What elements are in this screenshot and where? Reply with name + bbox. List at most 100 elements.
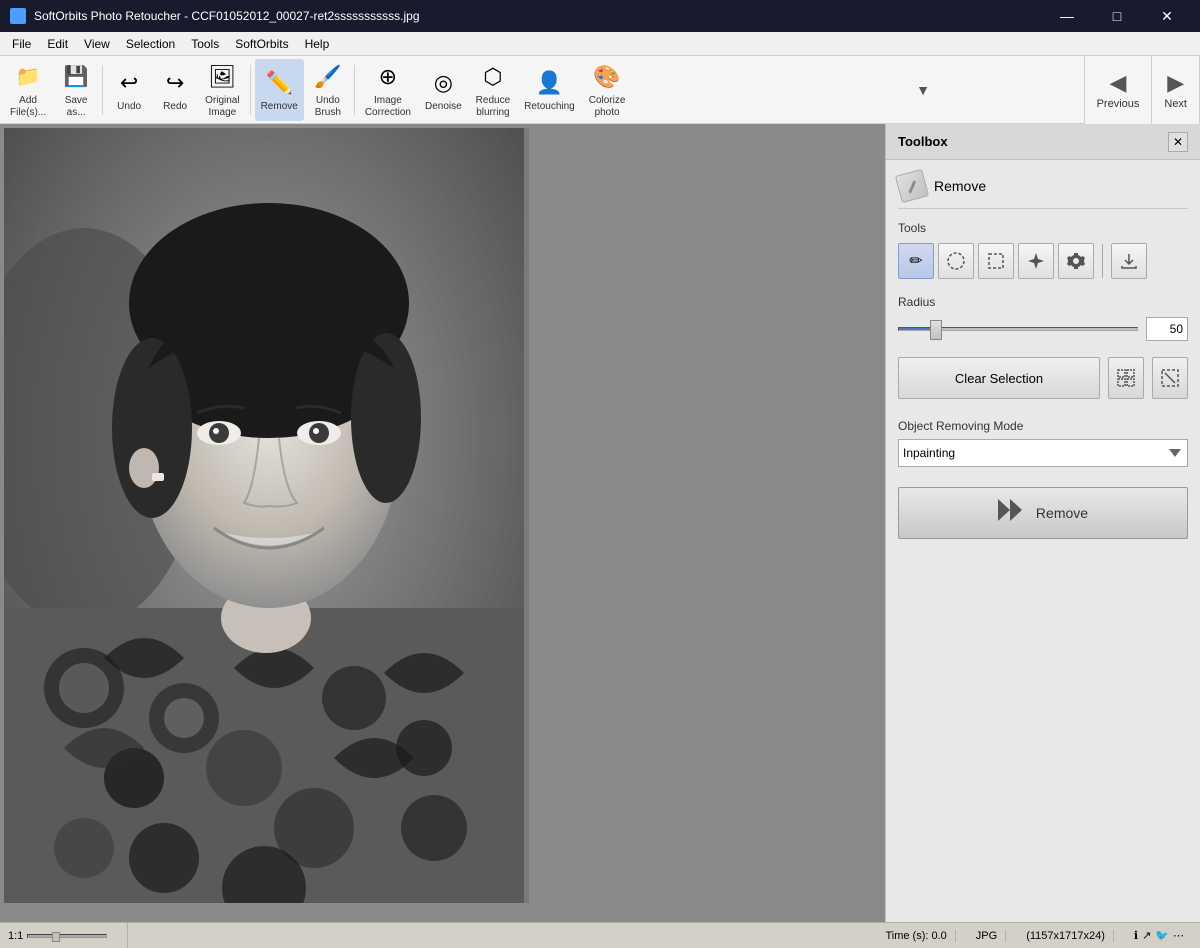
reduce-blurring-icon: ⬡ bbox=[477, 61, 509, 93]
mode-label: Object Removing Mode bbox=[898, 419, 1188, 433]
status-format: JPG bbox=[968, 930, 1006, 942]
menu-bar: File Edit View Selection Tools SoftOrbit… bbox=[0, 32, 1200, 56]
undo-label: Undo bbox=[117, 101, 141, 113]
next-label: Next bbox=[1164, 98, 1187, 110]
status-zoom-level: 1:1 bbox=[8, 930, 23, 942]
rect-select-tool-button[interactable] bbox=[978, 243, 1014, 279]
toolbox-title: Toolbox bbox=[898, 134, 948, 149]
pencil-tool-button[interactable]: ✏ bbox=[898, 243, 934, 279]
clear-selection-button[interactable]: Clear Selection bbox=[898, 357, 1100, 399]
extra-icon[interactable]: ⋯ bbox=[1173, 929, 1184, 942]
toolbox-close-button[interactable]: ✕ bbox=[1168, 132, 1188, 152]
deselect-button[interactable] bbox=[1152, 357, 1188, 399]
toolbox-header: Toolbox ✕ bbox=[886, 124, 1200, 160]
menu-tools[interactable]: Tools bbox=[183, 35, 227, 53]
menu-edit[interactable]: Edit bbox=[39, 35, 76, 53]
save-as-icon: 💾 bbox=[60, 61, 92, 93]
circle-select-tool-button[interactable] bbox=[938, 243, 974, 279]
close-button[interactable]: ✕ bbox=[1144, 0, 1190, 32]
maximize-button[interactable]: □ bbox=[1094, 0, 1140, 32]
status-time-value: 0.0 bbox=[932, 930, 947, 942]
menu-softorbits[interactable]: SoftOrbits bbox=[227, 35, 296, 53]
add-file-icon: 📁 bbox=[12, 61, 44, 93]
canvas-area[interactable] bbox=[0, 124, 885, 922]
remove-icon: ✏️ bbox=[263, 67, 295, 99]
toolbar-save-as[interactable]: 💾 Saveas... bbox=[54, 59, 98, 121]
toolbar-remove[interactable]: ✏️ Remove bbox=[255, 59, 304, 121]
remove-label: Remove bbox=[261, 101, 298, 113]
select-all-button[interactable] bbox=[1108, 357, 1144, 399]
info-icon[interactable]: ℹ bbox=[1134, 929, 1138, 942]
menu-help[interactable]: Help bbox=[297, 35, 338, 53]
title-bar: SoftOrbits Photo Retoucher - CCF01052012… bbox=[0, 0, 1200, 32]
remove-action-icon bbox=[998, 499, 1026, 527]
toolbar-image-correction[interactable]: ⊕ ImageCorrection bbox=[359, 59, 417, 121]
status-dimensions: (1157x1717x24) bbox=[1018, 930, 1114, 942]
undo-icon: ↩ bbox=[113, 67, 145, 99]
twitter-icon[interactable]: 🐦 bbox=[1155, 929, 1169, 942]
photo-display[interactable] bbox=[4, 128, 529, 903]
tools-row: ✏ bbox=[898, 243, 1188, 279]
tools-label: Tools bbox=[898, 221, 1188, 235]
next-button[interactable]: ▶ Next bbox=[1152, 56, 1200, 124]
radius-slider-track bbox=[898, 327, 1138, 331]
menu-file[interactable]: File bbox=[4, 35, 39, 53]
minimize-button[interactable]: — bbox=[1044, 0, 1090, 32]
previous-button[interactable]: ◀ Previous bbox=[1085, 56, 1153, 124]
radius-row: 50 bbox=[898, 317, 1188, 341]
tool-section-name: Remove bbox=[934, 178, 986, 194]
toolbar-add-file[interactable]: 📁 AddFile(s)... bbox=[4, 59, 52, 121]
redo-icon: ↪ bbox=[159, 67, 191, 99]
retouching-label: Retouching bbox=[524, 101, 575, 113]
toolbar-separator-1 bbox=[102, 65, 103, 115]
next-icon: ▶ bbox=[1167, 70, 1184, 96]
add-file-label: AddFile(s)... bbox=[10, 95, 46, 119]
status-icons: ℹ ↗ 🐦 ⋯ bbox=[1126, 929, 1192, 942]
radius-slider-thumb[interactable] bbox=[930, 320, 942, 340]
radius-section: Radius 50 bbox=[898, 295, 1188, 341]
menu-selection[interactable]: Selection bbox=[118, 35, 183, 53]
reduce-blurring-label: Reduceblurring bbox=[476, 95, 510, 119]
share-icon[interactable]: ↗ bbox=[1142, 929, 1151, 942]
toolbar-undo[interactable]: ↩ Undo bbox=[107, 59, 151, 121]
save-as-label: Saveas... bbox=[65, 95, 88, 119]
toolbar-reduce-blurring[interactable]: ⬡ Reduceblurring bbox=[470, 59, 516, 121]
toolbar-redo[interactable]: ↪ Redo bbox=[153, 59, 197, 121]
previous-icon: ◀ bbox=[1110, 70, 1127, 96]
toolbar: 📁 AddFile(s)... 💾 Saveas... ↩ Undo ↪ Red… bbox=[0, 56, 1200, 124]
toolbar-original-image[interactable]: 🖼 OriginalImage bbox=[199, 59, 245, 121]
remove-action-button[interactable]: Remove bbox=[898, 487, 1188, 539]
app-icon bbox=[10, 8, 26, 24]
status-thumb-mini bbox=[52, 932, 60, 942]
undo-brush-label: UndoBrush bbox=[315, 95, 341, 119]
mode-select[interactable]: Inpainting Content-Aware Fill Stretch bbox=[898, 439, 1188, 467]
toolbar-denoise[interactable]: ◎ Denoise bbox=[419, 59, 468, 121]
nav-buttons: ◀ Previous ▶ Next bbox=[1084, 56, 1200, 124]
radius-slider-container[interactable] bbox=[898, 319, 1138, 339]
toolbar-separator-3 bbox=[354, 65, 355, 115]
toolbar-undo-brush[interactable]: 🖌️ UndoBrush bbox=[306, 59, 350, 121]
retouching-icon: 👤 bbox=[533, 67, 565, 99]
settings-tool-button[interactable] bbox=[1058, 243, 1094, 279]
menu-view[interactable]: View bbox=[76, 35, 118, 53]
remove-action-label: Remove bbox=[1036, 505, 1088, 521]
denoise-label: Denoise bbox=[425, 101, 462, 113]
toolbar-colorize-photo[interactable]: 🎨 Colorizephoto bbox=[583, 59, 632, 121]
tool-section-header: Remove bbox=[898, 172, 1188, 209]
magic-select-tool-button[interactable] bbox=[1018, 243, 1054, 279]
original-image-label: OriginalImage bbox=[205, 95, 239, 119]
import-tool-button[interactable] bbox=[1111, 243, 1147, 279]
radius-value[interactable]: 50 bbox=[1146, 317, 1188, 341]
denoise-icon: ◎ bbox=[427, 67, 459, 99]
mode-section: Object Removing Mode Inpainting Content-… bbox=[898, 419, 1188, 467]
action-buttons-row: Clear Selection bbox=[898, 357, 1188, 399]
toolbar-dropdown-arrow[interactable]: ▼ bbox=[916, 82, 930, 98]
status-slider-mini[interactable] bbox=[27, 934, 107, 938]
status-bar: 1:1 Time (s): 0.0 JPG (1157x1717x24) ℹ ↗… bbox=[0, 922, 1200, 948]
tools-separator bbox=[1102, 244, 1103, 278]
radius-label: Radius bbox=[898, 295, 1188, 309]
status-zoom-section: 1:1 bbox=[8, 923, 128, 948]
toolbar-retouching[interactable]: 👤 Retouching bbox=[518, 59, 581, 121]
original-image-icon: 🖼 bbox=[206, 61, 238, 93]
remove-tool-icon bbox=[895, 169, 929, 203]
